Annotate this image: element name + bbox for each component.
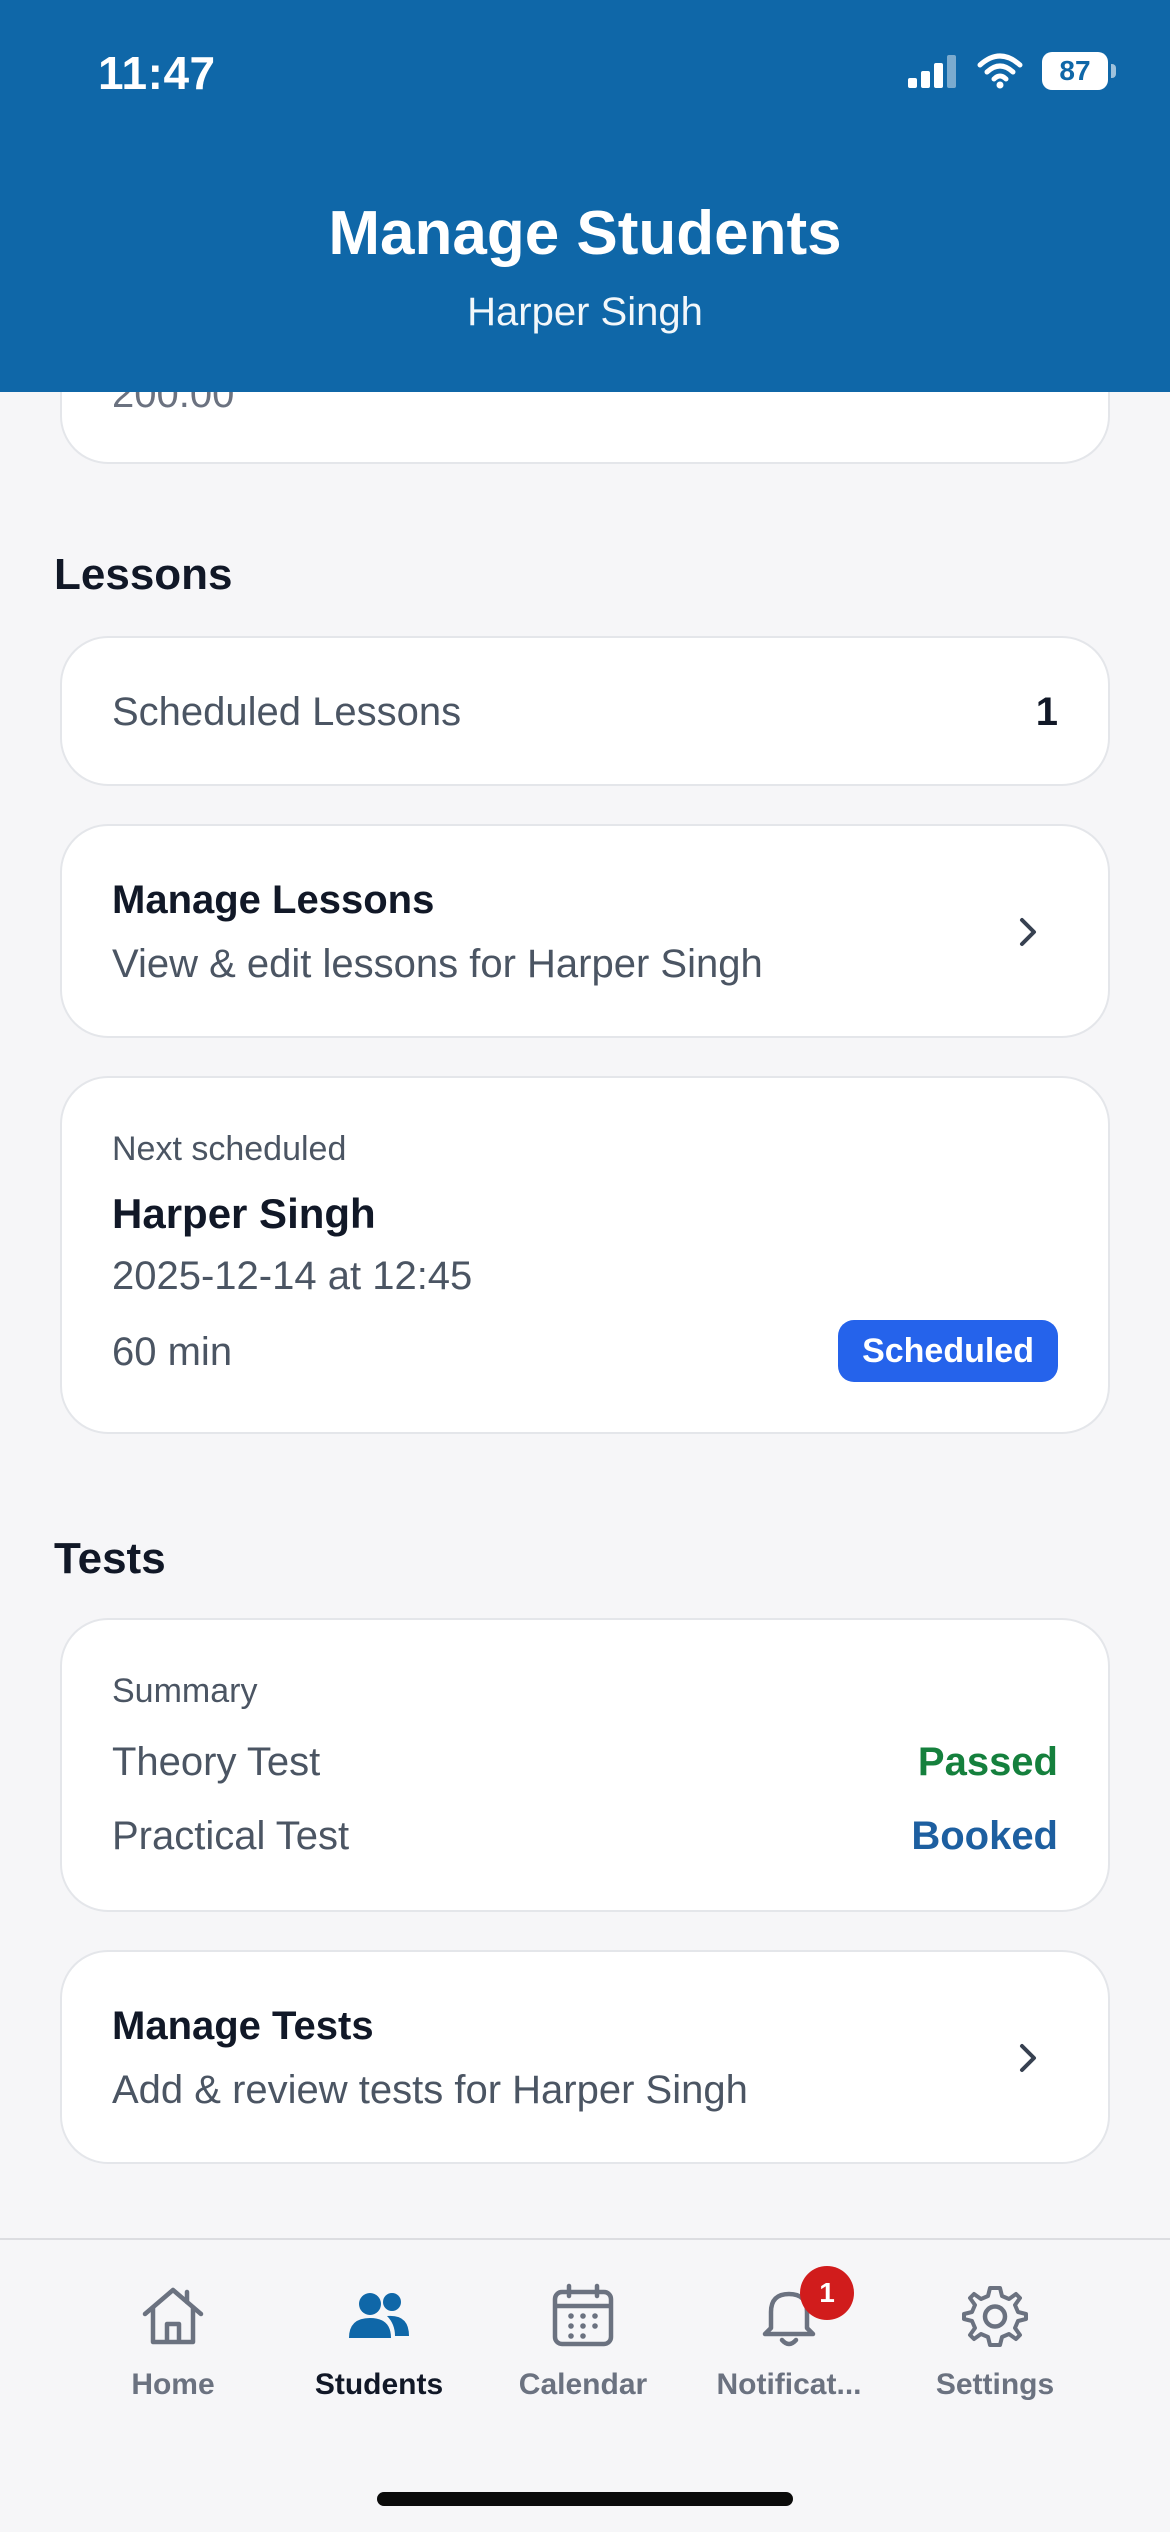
home-icon xyxy=(142,2287,204,2345)
next-scheduled-card[interactable]: Next scheduled Harper Singh 2025-12-14 a… xyxy=(60,1076,1110,1434)
theory-test-label: Theory Test xyxy=(112,1740,321,1784)
theory-test-status: Passed xyxy=(917,1740,1058,1784)
manage-lessons-title: Manage Lessons xyxy=(112,878,435,922)
scheduled-lessons-label: Scheduled Lessons xyxy=(112,690,462,734)
students-icon xyxy=(349,2293,409,2338)
tab-settings-label: Settings xyxy=(935,2368,1055,2401)
manage-tests-subtitle: Add & review tests for Harper Singh xyxy=(112,2068,748,2112)
tab-notifications-label: Notificat... xyxy=(716,2368,862,2401)
signal-icon xyxy=(908,55,956,88)
tab-students-label: Students xyxy=(314,2368,444,2401)
lessons-section-title: Lessons xyxy=(54,550,233,599)
calendar-icon xyxy=(552,2283,614,2347)
next-lesson-datetime: 2025-12-14 at 12:45 xyxy=(112,1254,473,1298)
chevron-right-icon xyxy=(1020,918,1036,946)
status-bar: 11:47 87 xyxy=(0,0,1170,150)
tab-home[interactable]: Home xyxy=(78,2280,268,2402)
manage-lessons-link[interactable]: Manage Lessons View & edit lessons for H… xyxy=(60,824,1110,1038)
app-screen: 200.00 Lessons Scheduled Lessons 1 Manag… xyxy=(0,0,1170,2532)
home-indicator xyxy=(377,2492,793,2506)
tab-bar: Home Students Calendar 1 Notificat... Se… xyxy=(0,2238,1170,2532)
page-subtitle: Harper Singh xyxy=(467,290,703,334)
manage-tests-title: Manage Tests xyxy=(112,2004,374,2048)
status-time: 11:47 xyxy=(98,47,216,99)
tab-settings[interactable]: Settings xyxy=(900,2280,1090,2402)
status-badge: Scheduled xyxy=(838,1320,1058,1382)
manage-tests-link[interactable]: Manage Tests Add & review tests for Harp… xyxy=(60,1950,1110,2164)
gear-icon xyxy=(962,2286,1028,2347)
scheduled-lessons-count: 1 xyxy=(1035,690,1058,734)
next-lesson-duration: 60 min xyxy=(112,1330,233,1374)
battery-level: 87 xyxy=(1059,55,1091,86)
manage-lessons-subtitle: View & edit lessons for Harper Singh xyxy=(112,942,763,986)
chevron-right-icon xyxy=(1020,2044,1036,2072)
status-icons: 87 xyxy=(908,52,1116,90)
wifi-icon xyxy=(977,53,1023,89)
tests-summary-label: Summary xyxy=(112,1672,258,1710)
tab-home-label: Home xyxy=(131,2368,215,2401)
scheduled-lessons-card: Scheduled Lessons 1 xyxy=(60,636,1110,786)
tests-section-title: Tests xyxy=(54,1534,166,1583)
next-student-name: Harper Singh xyxy=(112,1190,376,1237)
tests-summary-card: Summary Theory Test Passed Practical Tes… xyxy=(60,1618,1110,1912)
battery-icon: 87 xyxy=(1042,52,1116,90)
practical-test-label: Practical Test xyxy=(112,1814,350,1858)
notification-badge: 1 xyxy=(800,2266,854,2320)
tab-calendar-label: Calendar xyxy=(518,2368,648,2401)
tab-students[interactable]: Students xyxy=(284,2280,474,2402)
page-title: Manage Students xyxy=(328,199,842,268)
practical-test-status: Booked xyxy=(911,1814,1058,1858)
tab-notifications[interactable]: 1 Notificat... xyxy=(694,2266,884,2402)
next-scheduled-label: Next scheduled xyxy=(112,1130,347,1168)
header: 11:47 87 Manage Students Harper Singh xyxy=(0,0,1170,392)
tab-calendar[interactable]: Calendar xyxy=(488,2280,678,2402)
